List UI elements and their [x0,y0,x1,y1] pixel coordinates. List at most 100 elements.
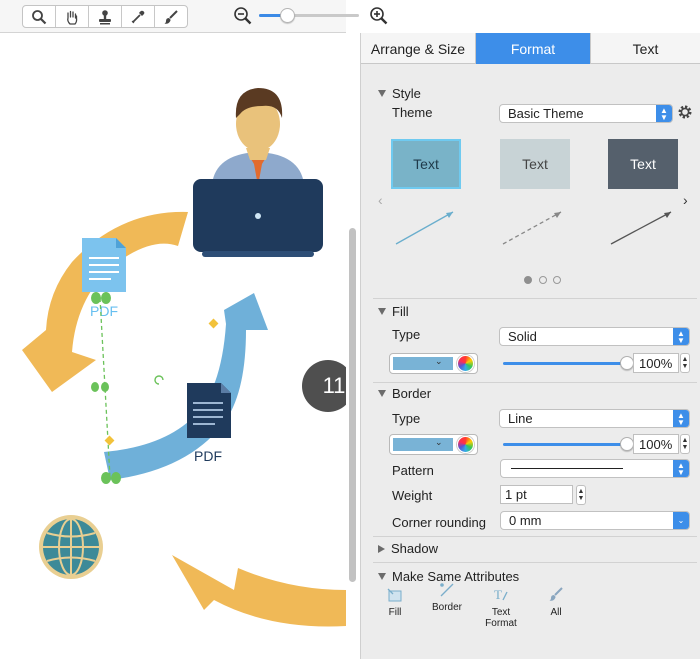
cycle-arrow-blue[interactable] [104,293,268,480]
tab-text[interactable]: Text [591,33,700,64]
weight-field[interactable]: 1 pt [500,485,573,504]
pdf-document-dark[interactable] [187,383,231,438]
theme-select-value: Basic Theme [508,106,584,121]
pdf-label-dark: PDF [194,448,222,464]
border-type-select[interactable]: Line ▲ ▼ [499,409,690,428]
globe-icon[interactable] [39,515,103,579]
eyedropper-tool-button[interactable] [122,6,155,27]
weight-label: Weight [392,488,433,503]
make-same-all-label: All [550,607,562,618]
fill-opacity-knob[interactable] [620,356,634,370]
zoom-slider[interactable] [259,8,359,23]
make-same-text-format-label-1: Text [491,607,511,618]
disclosure-closed-icon [378,544,385,553]
border-type-label: Type [392,411,421,426]
tab-format[interactable]: Format [476,33,591,64]
carousel-dot-1[interactable] [524,276,532,284]
theme-line-1[interactable] [395,211,454,245]
disclosure-open-icon [378,90,386,97]
theme-line-3[interactable] [610,211,672,245]
theme-line-2[interactable] [502,211,562,245]
border-opacity-field[interactable]: 100% [633,434,679,454]
person-figure[interactable] [212,88,304,186]
border-section-header[interactable]: Border [378,386,431,401]
disclosure-open-icon [378,573,386,580]
theme-select[interactable]: Basic Theme ▲ ▼ [499,104,673,123]
zoom-slider-thumb[interactable] [280,8,295,23]
theme-card-label: Text [630,156,656,172]
search-tool-button[interactable] [23,6,56,27]
theme-label: Theme [392,105,433,120]
carousel-prev-button[interactable]: ‹ [378,192,383,208]
theme-card-label: Text [522,156,548,172]
toolbar [0,0,388,33]
shadow-section-title: Shadow [391,541,438,556]
make-same-all-button[interactable]: All [531,586,581,618]
section-divider [373,536,697,537]
tab-arrange-size[interactable]: Arrange & Size [361,33,476,64]
cycle-arrow-bottom[interactable] [172,555,346,627]
brush-icon [164,9,178,24]
make-same-text-format-label-2: Format [485,618,517,629]
stamp-tool-button[interactable] [89,6,122,27]
fill-type-select[interactable]: Solid ▲ ▼ [499,327,690,346]
chevron-down-icon: ⌄ [435,356,443,366]
theme-card-1[interactable]: Text [391,139,461,189]
pdf-label-light: PDF [90,303,118,319]
fill-type-value: Solid [508,329,537,344]
carousel-dot-2[interactable] [539,276,547,284]
section-divider [373,562,697,563]
canvas-scrollbar[interactable] [349,228,356,582]
weight-stepper[interactable]: ▲ ▼ [576,485,586,505]
control-point-handle[interactable] [208,318,219,329]
corner-rounding-select[interactable]: 0 mm ⌄ [500,511,690,530]
color-wheel-icon[interactable] [457,436,474,453]
border-opacity-knob[interactable] [620,437,634,451]
shadow-section-header[interactable]: Shadow [378,541,438,556]
text-format-icon: T [494,587,508,602]
make-same-text-format-button[interactable]: T Text Format [476,586,526,629]
style-section-header[interactable]: Style [378,86,421,101]
zoom-in-button[interactable] [369,6,389,26]
border-type-value: Line [508,411,533,426]
theme-card-label: Text [413,156,439,172]
zoom-out-button[interactable] [233,6,253,26]
hand-tool-button[interactable] [56,6,89,27]
fill-section-header[interactable]: Fill [378,304,409,319]
fill-opacity-field[interactable]: 100% [633,353,679,373]
border-color-swatch [393,438,453,451]
carousel-dot-3[interactable] [553,276,561,284]
fill-opacity-stepper[interactable]: ▲ ▼ [680,353,690,373]
fill-type-label: Type [392,327,421,342]
svg-text:T: T [494,587,502,602]
color-wheel-icon[interactable] [457,355,474,372]
search-icon [32,9,47,24]
laptop-figure[interactable] [193,179,323,257]
theme-card-2[interactable]: Text [500,139,570,189]
border-opacity-stepper[interactable]: ▲ ▼ [680,434,690,454]
make-same-border-label: Border [431,602,462,613]
fill-color-well[interactable]: ⌄ [389,353,478,374]
diagram-canvas[interactable]: PDF PDF 11 [0,33,346,659]
corner-rounding-value: 0 mm [509,513,542,528]
make-same-border-button[interactable]: Border [422,581,472,613]
page-badge-number: 11 [322,373,346,398]
pattern-line-preview [511,468,623,469]
border-color-well[interactable]: ⌄ [389,434,478,455]
pattern-select[interactable]: ▲ ▼ [500,459,690,478]
panel-tabs: Arrange & Size Format Text [361,33,700,64]
control-point-handle[interactable] [104,435,115,446]
border-opacity-slider[interactable] [503,437,634,451]
brush-tool-button[interactable] [155,6,187,27]
stepper-arrows-icon: ▲ ▼ [673,410,689,427]
carousel-next-button[interactable]: › [683,192,688,208]
pdf-document-light[interactable] [82,238,126,292]
rotate-handle[interactable] [154,375,164,385]
theme-settings-button[interactable] [677,104,693,123]
make-same-fill-button[interactable]: Fill [370,586,420,618]
stepper-arrows-icon: ▲ ▼ [673,460,689,477]
stepper-arrows-icon: ▲ ▼ [656,105,672,122]
fill-opacity-slider[interactable] [503,356,634,370]
theme-card-3[interactable]: Text [608,139,678,189]
chevron-down-icon: ⌄ [673,512,689,529]
